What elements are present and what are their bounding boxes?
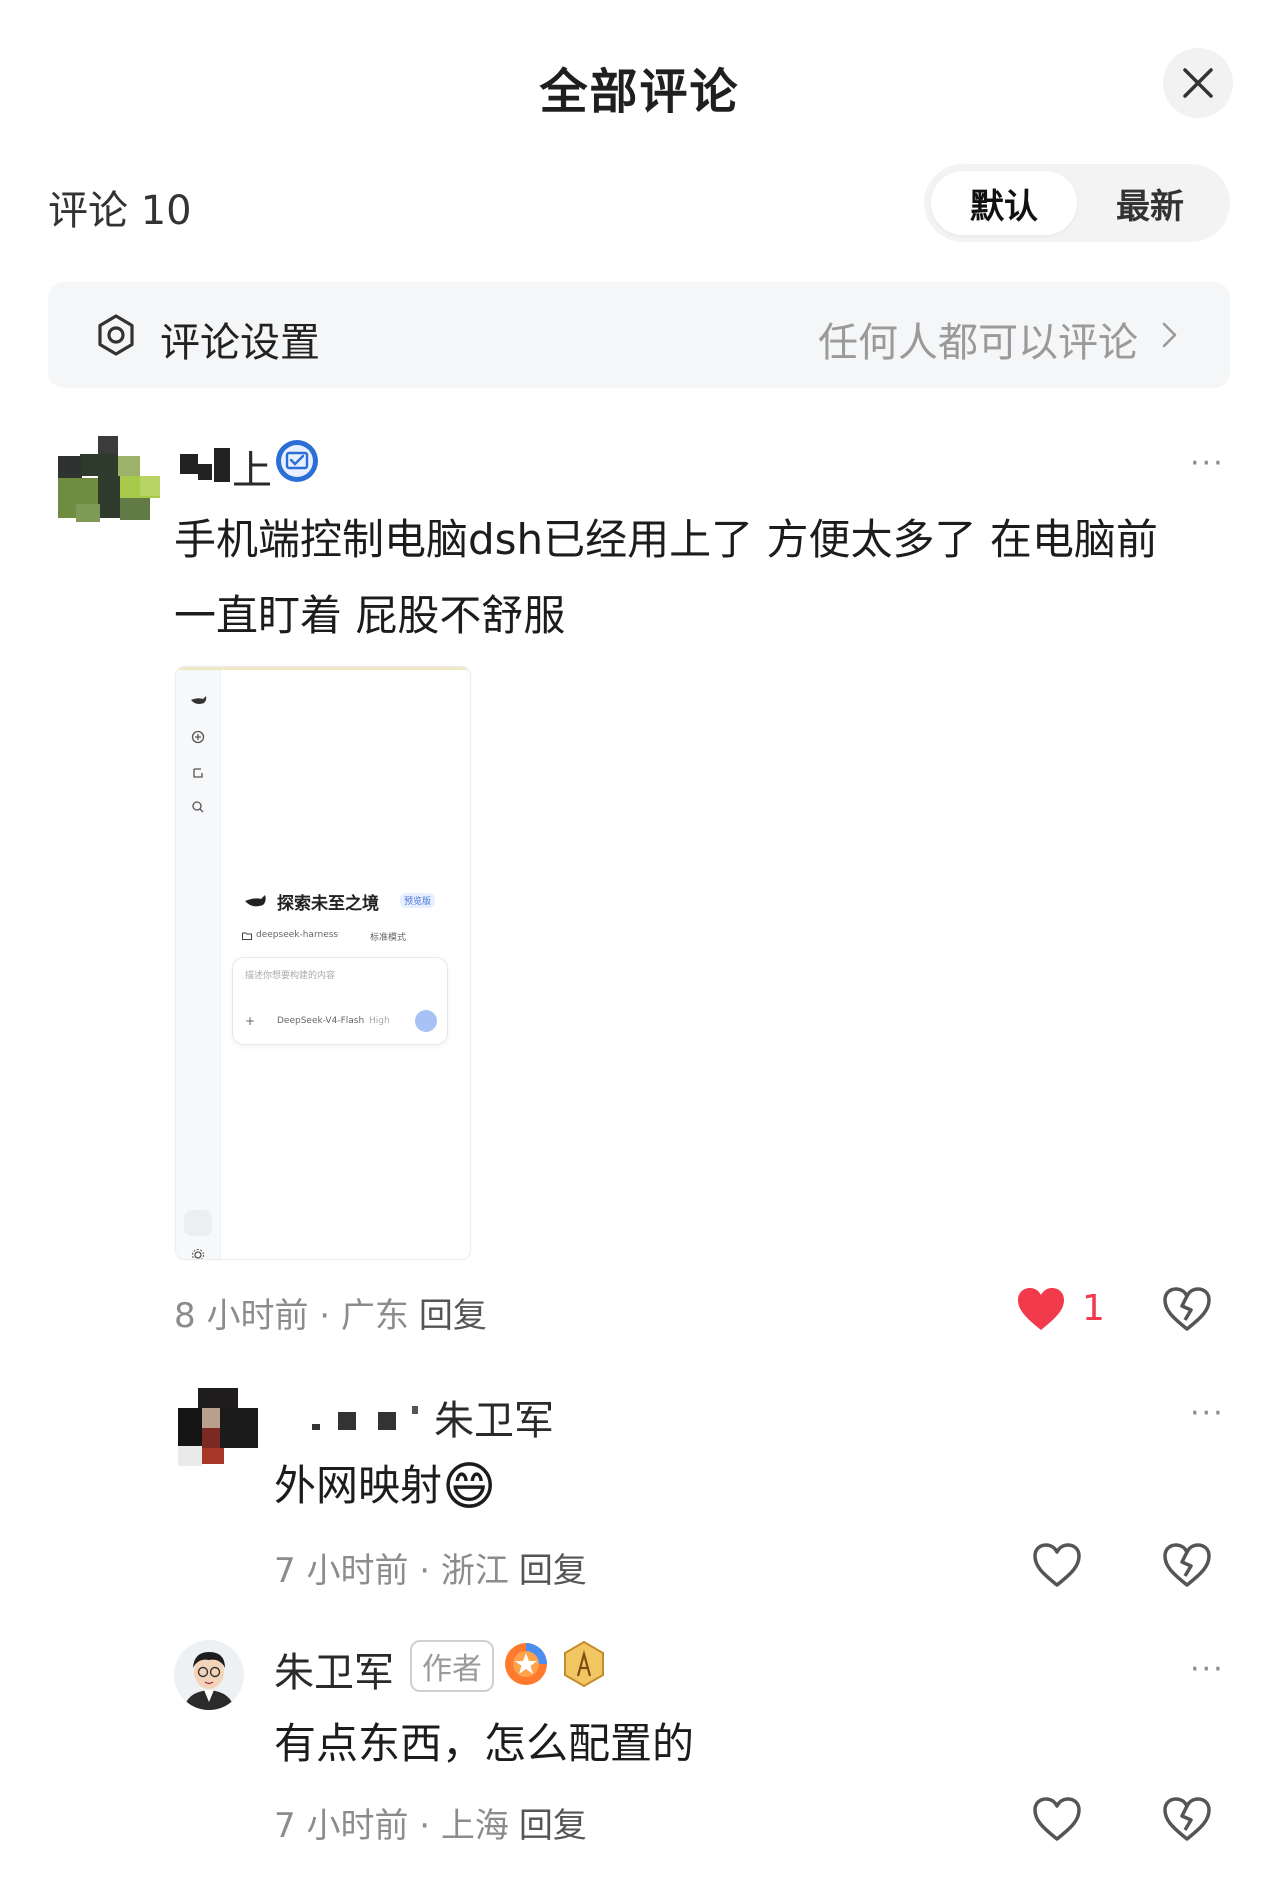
comment-text: 外网映射😄 [274, 1448, 496, 1525]
page-title: 全部评论 [539, 64, 740, 120]
comment-count: 评论 10 [48, 188, 192, 234]
more-options-button[interactable]: ··· [1190, 1396, 1225, 1431]
search-icon [192, 801, 204, 813]
verified-badge-icon [276, 440, 318, 482]
comment-meta: 7 小时前 · 上海 回复 [274, 1798, 587, 1847]
author-name-suffix: 上 [232, 448, 272, 494]
image-input-placeholder: 描述你想要构建的内容 [245, 971, 336, 981]
creator-star-badge-icon [505, 1643, 547, 1685]
history-icon [193, 768, 203, 778]
close-icon [1183, 68, 1213, 98]
comment-meta: 8 小时前 · 广东 回复 [174, 1288, 487, 1337]
folder-icon [242, 932, 252, 940]
level-badge-icon [564, 1640, 604, 1688]
comment-time-location: 7 小时前 · 上海 [274, 1806, 509, 1846]
whale-logo-icon [245, 895, 266, 907]
cartoon-avatar-icon [184, 1652, 234, 1710]
comment-text-line2: 一直盯着 屁股不舒服 [174, 591, 566, 640]
image-preview-badge: 预览版 [400, 893, 436, 908]
reply-author-name: 朱卫军 [434, 1398, 554, 1444]
broken-heart-icon[interactable] [1162, 1542, 1212, 1588]
image-sidebar [176, 670, 221, 1259]
like-count: 1 [1082, 1288, 1105, 1329]
settings-ring-icon [98, 314, 134, 356]
image-input-box: 描述你想要构建的内容 + DeepSeek-V4-Flash High [232, 957, 448, 1045]
avatar[interactable] [178, 1388, 258, 1468]
more-options-button[interactable]: ··· [1190, 1652, 1225, 1687]
bottom-fade [0, 1848, 1279, 1885]
image-mode: 标准模式 [370, 933, 407, 943]
comment-time-location: 7 小时前 · 浙江 [274, 1551, 509, 1591]
settings-value: 任何人都可以评论 [818, 320, 1138, 366]
comment-settings-row[interactable]: 评论设置 任何人都可以评论 [48, 282, 1230, 388]
author-avatar[interactable] [174, 1640, 244, 1710]
sort-toggle: 默认 最新 [924, 164, 1230, 242]
comment-meta: 7 小时前 · 浙江 回复 [274, 1543, 587, 1592]
comment-time-location: 8 小时前 · 广东 [174, 1296, 409, 1336]
chevron-right-icon [1162, 322, 1177, 348]
avatar[interactable] [58, 436, 160, 526]
comment-text-content: 外网映射 [274, 1461, 443, 1510]
author-badge: 作者 [410, 1640, 494, 1692]
reply-button[interactable]: 回复 [419, 1296, 487, 1336]
image-folder: deepseek-harness [256, 930, 339, 940]
image-title: 探索未至之境 [277, 894, 379, 914]
user-chip [184, 1210, 212, 1236]
comment-text: 有点东西，怎么配置的 [274, 1719, 695, 1768]
reply-author[interactable]: 朱卫军 [306, 1388, 586, 1444]
close-button[interactable] [1163, 48, 1233, 118]
whale-logo-icon [191, 696, 207, 704]
new-chat-icon [191, 730, 205, 744]
reply-button[interactable]: 回复 [519, 1806, 587, 1846]
heart-filled-icon[interactable] [1016, 1286, 1066, 1332]
sort-latest-button[interactable]: 最新 [1077, 171, 1223, 235]
grin-emoji-icon: 😄 [442, 1457, 497, 1517]
more-options-button[interactable]: ··· [1190, 446, 1225, 481]
image-model-level: High [369, 1016, 390, 1026]
image-send-icon [415, 1010, 437, 1032]
reply-button[interactable]: 回复 [519, 1551, 587, 1591]
author-name[interactable]: 朱卫军 [274, 1640, 394, 1698]
heart-outline-icon[interactable] [1032, 1542, 1082, 1588]
image-plus-icon: + [245, 1014, 256, 1028]
broken-heart-icon[interactable] [1162, 1286, 1212, 1332]
sort-default-button[interactable]: 默认 [931, 171, 1077, 235]
image-model: DeepSeek-V4-Flash [277, 1016, 365, 1026]
broken-heart-icon[interactable] [1162, 1796, 1212, 1842]
settings-label: 评论设置 [160, 320, 320, 366]
gear-icon [192, 1249, 204, 1259]
heart-outline-icon[interactable] [1032, 1796, 1082, 1842]
author-tag: 作者 [410, 1640, 494, 1692]
comment-image[interactable]: 探索未至之境 预览版 deepseek-harness 标准模式 描述你想要构建… [175, 666, 471, 1260]
comment-text-line1: 手机端控制电脑dsh已经用上了 方便太多了 在电脑前 [174, 515, 1158, 564]
